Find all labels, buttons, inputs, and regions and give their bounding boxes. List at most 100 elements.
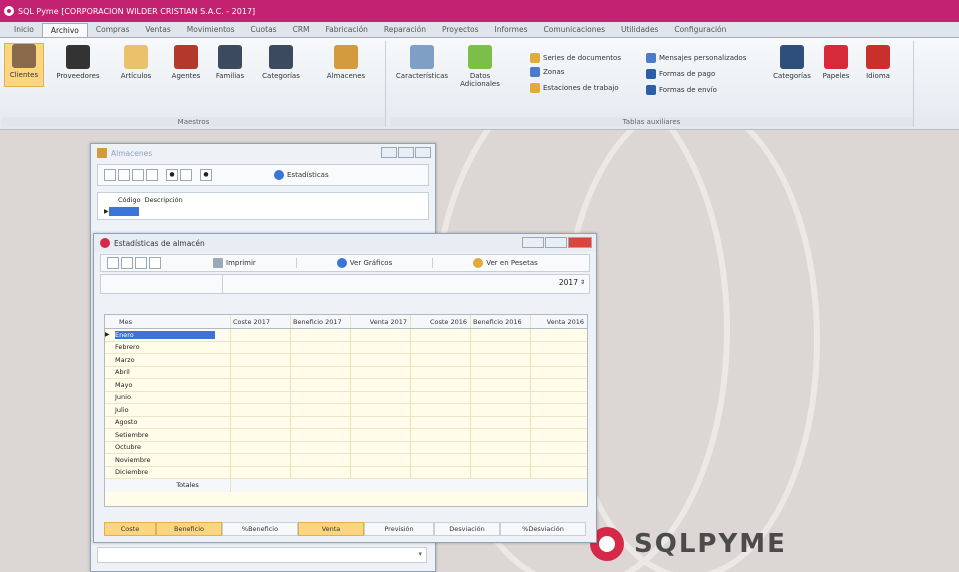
delete-record-button[interactable] <box>180 169 192 181</box>
month-cell[interactable]: Mayo <box>105 379 231 391</box>
coste-toggle[interactable]: Coste <box>104 522 156 536</box>
series-documentos-button[interactable]: Series de documentos <box>530 53 621 63</box>
filter-field[interactable] <box>101 275 223 293</box>
clientes-button[interactable]: Clientes <box>4 43 44 87</box>
value-cell[interactable] <box>531 454 587 466</box>
categorias-aux-button[interactable]: Categorías <box>770 45 814 80</box>
value-cell[interactable] <box>411 441 471 453</box>
first-record-button[interactable] <box>107 257 119 269</box>
value-cell[interactable] <box>231 366 291 378</box>
value-cell[interactable] <box>291 354 351 366</box>
value-cell[interactable] <box>231 404 291 416</box>
next-record-button[interactable] <box>146 169 158 181</box>
value-cell[interactable] <box>351 379 411 391</box>
maximize-button[interactable] <box>545 237 567 248</box>
table-row[interactable]: Junio <box>105 391 587 404</box>
value-cell[interactable] <box>411 466 471 478</box>
almacenes-row[interactable]: ▶ <box>104 207 428 216</box>
imprimir-button[interactable]: Imprimir <box>213 258 297 268</box>
menu-fabricacion[interactable]: Fabricación <box>318 23 376 37</box>
value-cell[interactable] <box>531 417 587 429</box>
next-record-button[interactable] <box>135 257 147 269</box>
value-cell[interactable] <box>411 354 471 366</box>
value-cell[interactable] <box>291 441 351 453</box>
formas-envio-button[interactable]: Formas de envío <box>646 85 717 95</box>
proveedores-button[interactable]: Proveedores <box>56 45 100 80</box>
value-cell[interactable] <box>291 429 351 441</box>
caracteristicas-button[interactable]: Características <box>394 45 450 80</box>
value-cell[interactable] <box>291 466 351 478</box>
value-cell[interactable] <box>471 329 531 341</box>
value-cell[interactable] <box>291 454 351 466</box>
datos-adicionales-button[interactable]: Datos Adicionales <box>460 45 500 88</box>
value-cell[interactable] <box>531 354 587 366</box>
value-cell[interactable] <box>231 454 291 466</box>
menu-cuotas[interactable]: Cuotas <box>243 23 285 37</box>
table-row[interactable]: ▶ Enero <box>105 329 587 342</box>
menu-archivo[interactable]: Archivo <box>41 23 88 37</box>
value-cell[interactable] <box>471 379 531 391</box>
formas-pago-button[interactable]: Formas de pago <box>646 69 715 79</box>
menu-comunicaciones[interactable]: Comunicaciones <box>536 23 614 37</box>
spinner-arrows-icon[interactable]: ⇕ <box>580 279 585 286</box>
value-cell[interactable] <box>411 416 471 428</box>
insert-record-button[interactable]: ● <box>166 169 178 181</box>
pct-desviacion-toggle[interactable]: %Desviación <box>500 522 586 536</box>
value-cell[interactable] <box>231 391 291 403</box>
month-cell[interactable]: Junio <box>105 391 231 403</box>
estadisticas-button[interactable]: Estadísticas <box>274 170 329 180</box>
value-cell[interactable] <box>411 404 471 416</box>
month-cell[interactable]: Noviembre <box>105 454 231 466</box>
menu-ventas[interactable]: Ventas <box>137 23 178 37</box>
value-cell[interactable] <box>291 329 351 341</box>
value-cell[interactable] <box>411 391 471 403</box>
menu-informes[interactable]: Informes <box>487 23 536 37</box>
value-cell[interactable] <box>351 354 411 366</box>
venta-toggle[interactable]: Venta <box>298 522 364 536</box>
prev-record-button[interactable] <box>121 257 133 269</box>
close-button[interactable] <box>415 147 431 158</box>
value-cell[interactable] <box>531 367 587 379</box>
table-row[interactable]: Agosto <box>105 416 587 429</box>
value-cell[interactable] <box>411 366 471 378</box>
value-cell[interactable] <box>531 379 587 391</box>
value-cell[interactable] <box>411 454 471 466</box>
last-record-button[interactable] <box>149 257 161 269</box>
month-cell[interactable]: Octubre <box>105 441 231 453</box>
menu-movimientos[interactable]: Movimientos <box>179 23 243 37</box>
menu-reparacion[interactable]: Reparación <box>376 23 434 37</box>
value-cell[interactable] <box>471 366 531 378</box>
value-cell[interactable] <box>291 366 351 378</box>
ver-pesetas-button[interactable]: Ver en Pesetas <box>473 258 538 268</box>
month-cell[interactable]: Febrero <box>105 341 231 353</box>
estaciones-trabajo-button[interactable]: Estaciones de trabajo <box>530 83 619 93</box>
value-cell[interactable] <box>471 391 531 403</box>
selected-cell[interactable] <box>108 207 139 216</box>
value-cell[interactable] <box>531 429 587 441</box>
table-row[interactable]: Setiembre <box>105 429 587 442</box>
value-cell[interactable] <box>291 341 351 353</box>
value-cell[interactable] <box>351 441 411 453</box>
value-cell[interactable] <box>411 341 471 353</box>
categorias-button[interactable]: Categorías <box>258 45 304 80</box>
value-cell[interactable] <box>531 442 587 454</box>
value-cell[interactable] <box>291 404 351 416</box>
value-cell[interactable] <box>531 404 587 416</box>
value-cell[interactable] <box>411 329 471 341</box>
value-cell[interactable] <box>471 416 531 428</box>
save-record-button[interactable]: ● <box>200 169 212 181</box>
value-cell[interactable] <box>231 416 291 428</box>
value-cell[interactable] <box>471 354 531 366</box>
month-cell[interactable]: Julio <box>105 404 231 416</box>
maximize-button[interactable] <box>398 147 414 158</box>
value-cell[interactable] <box>531 342 587 354</box>
pct-beneficio-toggle[interactable]: %Beneficio <box>222 522 298 536</box>
month-cell[interactable]: Marzo <box>105 354 231 366</box>
value-cell[interactable] <box>351 391 411 403</box>
articulos-button[interactable]: Artículos <box>116 45 156 80</box>
table-row[interactable]: Febrero <box>105 341 587 354</box>
value-cell[interactable] <box>531 467 587 479</box>
value-cell[interactable] <box>351 341 411 353</box>
prevision-toggle[interactable]: Previsión <box>364 522 434 536</box>
first-record-button[interactable] <box>104 169 116 181</box>
